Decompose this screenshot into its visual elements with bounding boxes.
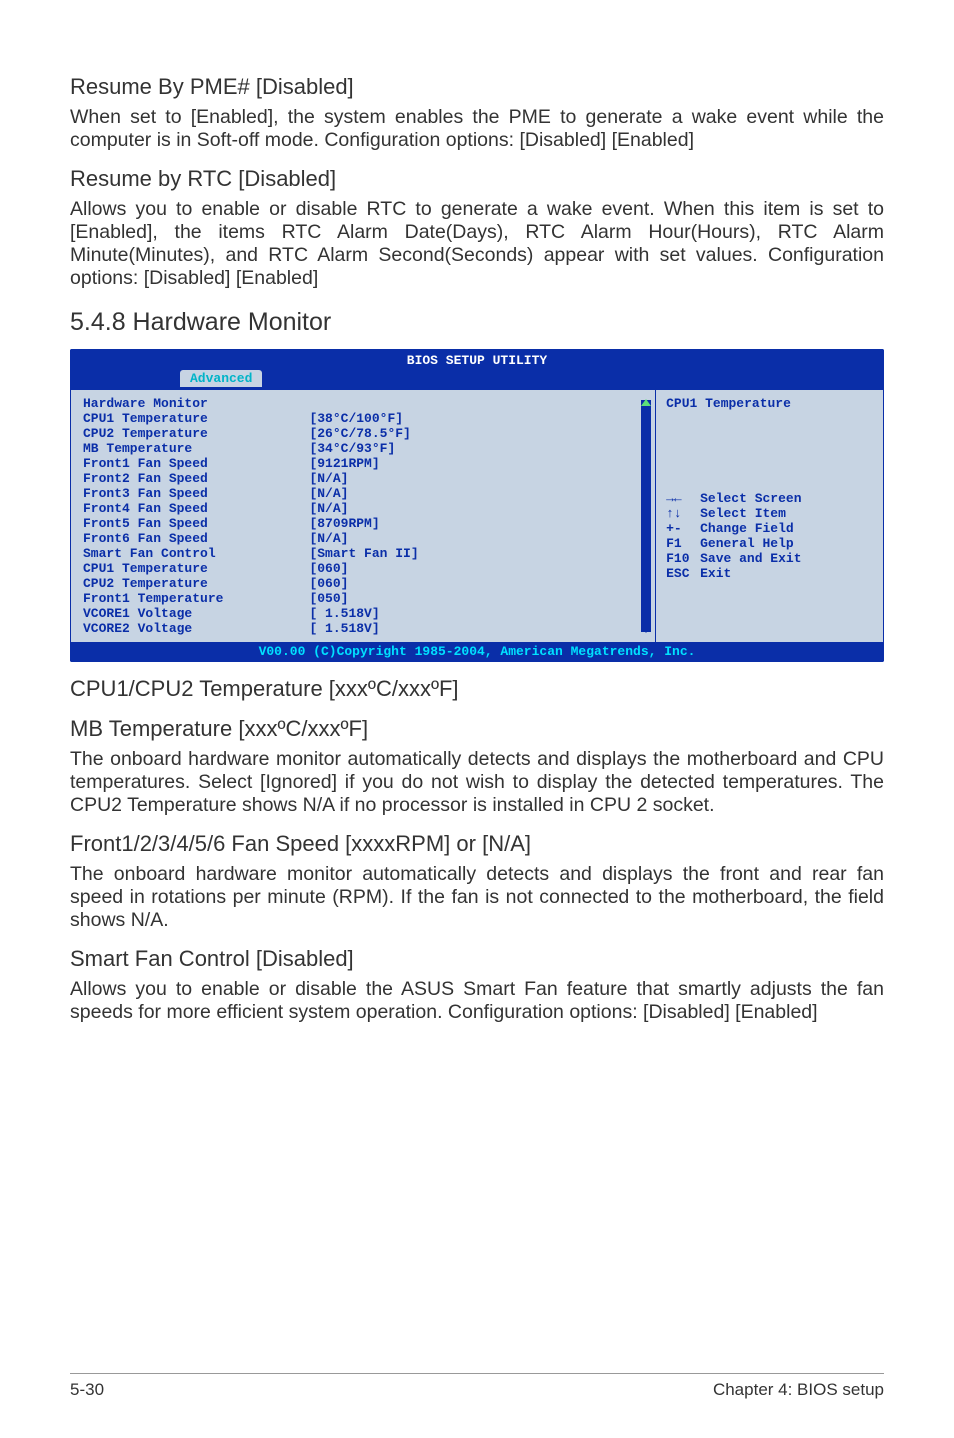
bios-row-value: [26°C/78.5°F] (309, 426, 649, 441)
bios-help-title: CPU1 Temperature (666, 396, 873, 411)
bios-key-row: ↑↓Select Item (666, 506, 873, 521)
bios-row-value: [9121RPM] (309, 456, 649, 471)
bios-key-row: +-Change Field (666, 521, 873, 536)
heading-smart-fan: Smart Fan Control [Disabled] (70, 946, 884, 972)
bios-key-row: ESCExit (666, 566, 873, 581)
bios-row-value: [Smart Fan II] (309, 546, 649, 561)
bios-row[interactable]: Front1 Fan Speed[9121RPM] (83, 456, 649, 471)
para-resume-rtc: Allows you to enable or disable RTC to g… (70, 198, 884, 290)
bios-row-value: [N/A] (309, 486, 649, 501)
page-number: 5-30 (70, 1380, 104, 1400)
bios-row-label: Front1 Temperature (83, 591, 309, 606)
bios-row-value: [38°C/100°F] (309, 411, 649, 426)
bios-tabstrip: Advanced (70, 368, 884, 388)
bios-row[interactable]: CPU1 Temperature[060] (83, 561, 649, 576)
bios-row-label: Hardware Monitor (83, 396, 309, 411)
bios-key-desc: Select Item (700, 506, 786, 521)
bios-row-label: CPU2 Temperature (83, 576, 309, 591)
bios-row-value: [N/A] (309, 471, 649, 486)
heading-mb-temp: MB Temperature [xxxºC/xxxºF] (70, 716, 884, 742)
bios-row-label: Front2 Fan Speed (83, 471, 309, 486)
bios-row-value: [050] (309, 591, 649, 606)
bios-footer: V00.00 (C)Copyright 1985-2004, American … (70, 643, 884, 662)
bios-key-desc: Exit (700, 566, 731, 581)
bios-help-panel: CPU1 Temperature →←Select Screen↑↓Select… (656, 389, 884, 643)
bios-row[interactable]: CPU2 Temperature[060] (83, 576, 649, 591)
bios-row[interactable]: Front2 Fan Speed[N/A] (83, 471, 649, 486)
bios-row-value: [34°C/93°F] (309, 441, 649, 456)
bios-key-row: →←Select Screen (666, 491, 873, 506)
bios-scrollbar[interactable] (641, 400, 651, 632)
bios-row-value: [060] (309, 576, 649, 591)
bios-title: BIOS SETUP UTILITY (70, 349, 884, 368)
page-footer: 5-30 Chapter 4: BIOS setup (70, 1373, 884, 1400)
bios-row-value: [060] (309, 561, 649, 576)
bios-key: ESC (666, 566, 700, 581)
bios-row-label: Front3 Fan Speed (83, 486, 309, 501)
bios-row[interactable]: VCORE2 Voltage[ 1.518V] (83, 621, 649, 636)
bios-key: +- (666, 521, 700, 536)
bios-key: F1 (666, 536, 700, 551)
bios-key-desc: Select Screen (700, 491, 801, 506)
bios-key-list: →←Select Screen↑↓Select Item+-Change Fie… (666, 491, 873, 581)
bios-row-value: [N/A] (309, 531, 649, 546)
para-mb-temp: The onboard hardware monitor automatical… (70, 748, 884, 817)
bios-key-desc: General Help (700, 536, 794, 551)
bios-row-label: Front4 Fan Speed (83, 501, 309, 516)
heading-resume-rtc: Resume by RTC [Disabled] (70, 166, 884, 192)
para-resume-pme: When set to [Enabled], the system enable… (70, 106, 884, 152)
bios-row[interactable]: Front1 Temperature[050] (83, 591, 649, 606)
bios-tab-advanced[interactable]: Advanced (180, 370, 262, 387)
bios-row-label: Front6 Fan Speed (83, 531, 309, 546)
chapter-title: Chapter 4: BIOS setup (713, 1380, 884, 1400)
bios-row[interactable]: Front5 Fan Speed[8709RPM] (83, 516, 649, 531)
bios-row[interactable]: MB Temperature[34°C/93°F] (83, 441, 649, 456)
bios-key-row: F1General Help (666, 536, 873, 551)
bios-row-value: [8709RPM] (309, 516, 649, 531)
bios-key-desc: Save and Exit (700, 551, 801, 566)
heading-resume-pme: Resume By PME# [Disabled] (70, 74, 884, 100)
bios-row-value: [N/A] (309, 501, 649, 516)
heading-hwmonitor: 5.4.8 Hardware Monitor (70, 308, 884, 337)
bios-row-label: VCORE2 Voltage (83, 621, 309, 636)
heading-fan-speed: Front1/2/3/4/5/6 Fan Speed [xxxxRPM] or … (70, 831, 884, 857)
bios-window: BIOS SETUP UTILITY Advanced Hardware Mon… (70, 349, 884, 662)
bios-row-label: Smart Fan Control (83, 546, 309, 561)
bios-key-row: F10Save and Exit (666, 551, 873, 566)
bios-key-desc: Change Field (700, 521, 794, 536)
bios-row[interactable]: VCORE1 Voltage[ 1.518V] (83, 606, 649, 621)
bios-key: F10 (666, 551, 700, 566)
bios-key: →← (666, 491, 700, 506)
para-fan-speed: The onboard hardware monitor automatical… (70, 863, 884, 932)
bios-row[interactable]: CPU2 Temperature[26°C/78.5°F] (83, 426, 649, 441)
bios-row-value: [ 1.518V] (309, 621, 649, 636)
bios-row-value (309, 396, 649, 411)
heading-cpu-temp: CPU1/CPU2 Temperature [xxxºC/xxxºF] (70, 676, 884, 702)
bios-row-label: Front1 Fan Speed (83, 456, 309, 471)
bios-row-value: [ 1.518V] (309, 606, 649, 621)
bios-row-label: MB Temperature (83, 441, 309, 456)
bios-row[interactable]: Front6 Fan Speed[N/A] (83, 531, 649, 546)
bios-row[interactable]: Front4 Fan Speed[N/A] (83, 501, 649, 516)
bios-row[interactable]: Front3 Fan Speed[N/A] (83, 486, 649, 501)
bios-row-label: CPU2 Temperature (83, 426, 309, 441)
bios-key: ↑↓ (666, 506, 700, 521)
bios-main-panel: Hardware MonitorCPU1 Temperature[38°C/10… (70, 389, 656, 643)
bios-row-label: CPU1 Temperature (83, 411, 309, 426)
bios-row-label: Front5 Fan Speed (83, 516, 309, 531)
bios-row[interactable]: Hardware Monitor (83, 396, 649, 411)
para-smart-fan: Allows you to enable or disable the ASUS… (70, 978, 884, 1024)
bios-row[interactable]: Smart Fan Control[Smart Fan II] (83, 546, 649, 561)
bios-row-label: VCORE1 Voltage (83, 606, 309, 621)
scroll-up-icon[interactable] (641, 399, 651, 406)
scroll-down-icon[interactable] (641, 626, 651, 633)
bios-row-label: CPU1 Temperature (83, 561, 309, 576)
bios-row[interactable]: CPU1 Temperature[38°C/100°F] (83, 411, 649, 426)
